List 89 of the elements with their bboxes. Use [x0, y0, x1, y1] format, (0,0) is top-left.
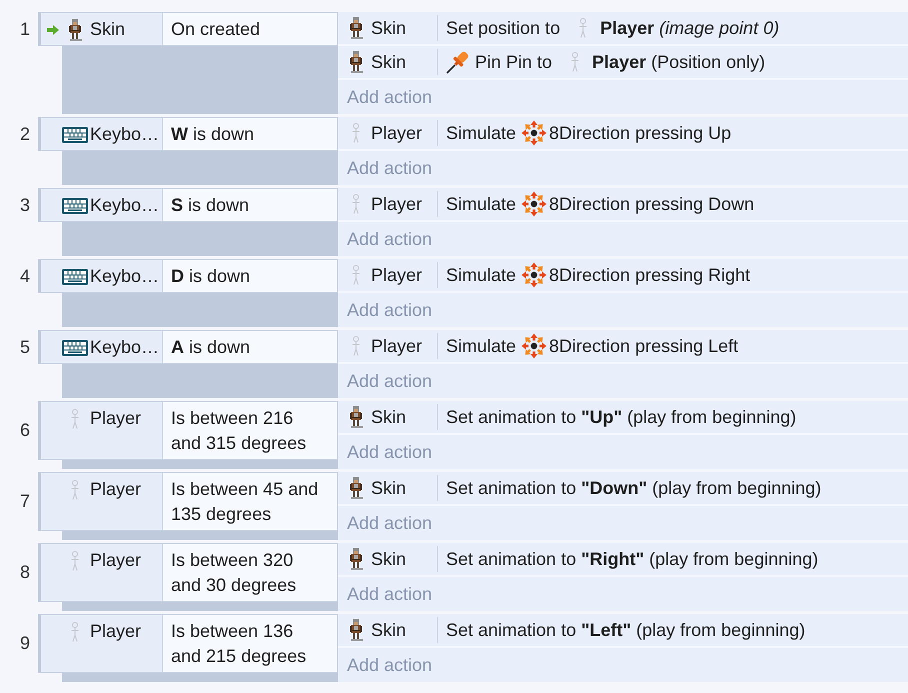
object-name: Skin [371, 406, 406, 428]
stick-figure-icon [352, 336, 360, 356]
action-row[interactable]: Skin Set animation to "Left" (play from beginning) [338, 614, 908, 648]
action-row[interactable]: Player Simulate 8Direction pressing Up [338, 117, 908, 151]
stick-figure-icon [70, 480, 78, 500]
keyboard-icon [62, 126, 88, 142]
object-name: Player [371, 192, 422, 216]
object-name: Skin [371, 618, 406, 642]
event-number: 2 [18, 122, 31, 146]
event-number: 6 [18, 419, 31, 442]
action-row[interactable]: Skin Set animation to "Up" (play from beginning) [338, 401, 908, 435]
action-row[interactable]: Player Simulate 8Direction pressing Left [338, 330, 908, 364]
condition-row[interactable]: Player Is between 45 and 135 degrees [38, 472, 338, 531]
condition-row[interactable]: Player Is between 136 and 215 degrees [38, 614, 338, 673]
action-text: Set position to [446, 16, 560, 40]
character-sprite-icon [349, 17, 363, 39]
keyboard-icon [62, 268, 88, 284]
event-number: 3 [18, 194, 31, 216]
condition-row[interactable]: Keybo… D is down [38, 259, 338, 293]
condition-row[interactable]: Keybo… A is down [38, 330, 338, 364]
character-sprite-icon [68, 18, 82, 40]
action-text: Set animation to "Up" (play from beginning) [446, 406, 796, 429]
action-text: Simulate [446, 264, 516, 286]
event-number: 4 [18, 264, 31, 288]
condition-row[interactable]: Keybo… S is down [38, 188, 338, 222]
object-name: Skin [371, 50, 406, 74]
object-name: Keybo… [90, 336, 160, 359]
event-number: 1 [18, 18, 31, 40]
action-text: 8Direction pressing Up [549, 122, 732, 145]
direction-arrows-icon [521, 120, 548, 146]
object-name: Keybo… [90, 123, 160, 146]
stick-figure-icon [70, 408, 78, 428]
pushpin-icon [446, 50, 470, 74]
object-name: Player [90, 549, 142, 572]
stick-figure-icon [352, 123, 360, 143]
stick-figure-icon [352, 265, 360, 285]
action-text: Set animation to "Right" (play from beginning) [446, 548, 818, 571]
direction-arrows-icon [521, 191, 548, 217]
action-row[interactable]: Skin Set position to Player (image point 0) [338, 12, 908, 46]
direction-arrows-icon [521, 333, 548, 359]
action-text: 8Direction pressing Down [549, 192, 754, 216]
character-sprite-icon [349, 477, 363, 499]
object-name: Player [371, 334, 422, 358]
condition-row[interactable]: Player Is between 216 and 315 degrees [38, 401, 338, 460]
stick-figure-icon [70, 550, 78, 570]
condition-row[interactable]: Keybo… W is down [38, 117, 338, 151]
character-sprite-icon [349, 51, 363, 73]
action-text: Player (image point 0) [600, 16, 780, 40]
event-number: 8 [18, 561, 31, 584]
character-sprite-icon [349, 548, 363, 570]
keyboard-icon [62, 198, 88, 214]
object-name: Keybo… [90, 265, 160, 288]
action-row[interactable]: Player Simulate 8Direction pressing Right [338, 259, 908, 293]
object-name: Keybo… [90, 194, 160, 217]
object-name: Player [90, 407, 142, 430]
object-name: Player [371, 264, 422, 287]
object-name: Skin [371, 548, 406, 570]
action-text: Set animation to "Down" (play from beginning) [446, 476, 822, 500]
action-text: 8Direction pressing Right [549, 264, 750, 287]
condition-row[interactable]: Player Is between 320 and 30 degrees [38, 543, 338, 602]
direction-arrows-icon [521, 262, 548, 288]
object-name: Player [90, 620, 142, 643]
stick-figure-icon [571, 52, 580, 72]
object-name: Skin [90, 18, 126, 41]
character-sprite-icon [349, 406, 363, 428]
action-row[interactable]: Skin Set animation to "Down" (play from beginning) [338, 472, 908, 506]
event-number: 5 [18, 336, 31, 358]
action-text: Simulate [446, 122, 516, 144]
stick-figure-icon [70, 622, 78, 642]
object-name: Skin [371, 476, 406, 500]
action-text: Pin Pin to [475, 50, 552, 74]
keyboard-icon [62, 340, 88, 356]
action-text: Simulate [446, 192, 516, 216]
action-row[interactable]: Skin Set animation to "Right" (play from beginning) [338, 543, 908, 577]
action-row[interactable]: Skin Pin Pin to Player (Position only) [338, 46, 908, 80]
object-name: Player [90, 478, 142, 501]
action-text: Simulate [446, 334, 516, 358]
event-number: 7 [18, 490, 31, 513]
action-text: Player (Position only) [592, 50, 766, 74]
character-sprite-icon [349, 619, 363, 641]
stick-figure-icon [352, 194, 360, 214]
action-row[interactable]: Player Simulate 8Direction pressing Down [338, 188, 908, 222]
object-name: Player [371, 122, 422, 145]
event-number: 9 [18, 632, 31, 655]
action-text: Set animation to "Left" (play from beginning) [446, 618, 806, 642]
action-text: 8Direction pressing Left [549, 334, 738, 358]
stick-figure-icon [579, 18, 588, 38]
object-name: Skin [371, 16, 406, 40]
condition-row[interactable]: Skin On created [38, 12, 338, 46]
